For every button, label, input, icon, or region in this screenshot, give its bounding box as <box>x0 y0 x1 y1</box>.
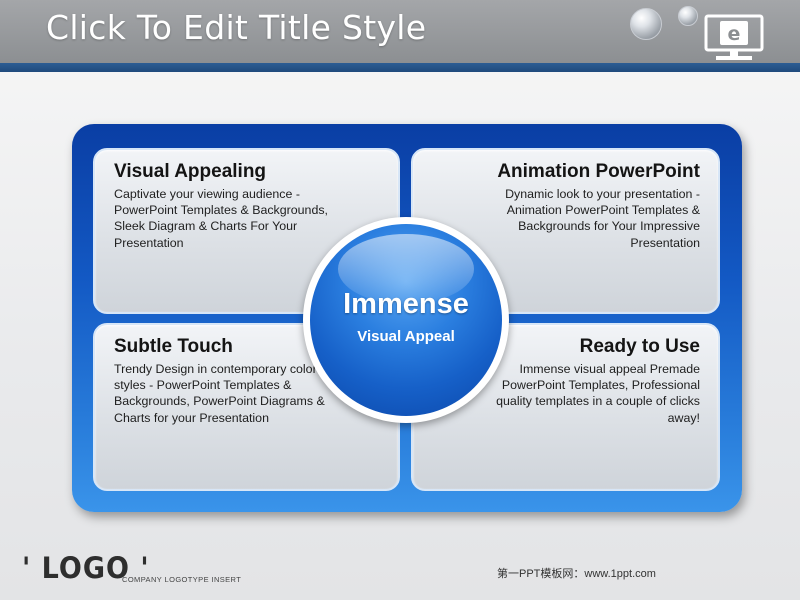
quadrant-body: Captivate your viewing audience - PowerP… <box>114 187 328 250</box>
title-bar: Click To Edit Title Style e <box>0 0 800 63</box>
quadrant-title: Ready to Use <box>579 336 700 357</box>
quadrant-title: Visual Appealing <box>114 161 267 182</box>
monitor-e-icon: e <box>704 14 764 60</box>
quadrant-title: Animation PowerPoint <box>497 161 700 182</box>
quadrant-body: Immense visual appeal Premade PowerPoint… <box>496 362 700 425</box>
center-title: Immense <box>343 288 469 320</box>
footer-site-text: 第一PPT模板网：www.1ppt.com <box>497 568 656 580</box>
center-circle[interactable]: Immense Visual Appeal <box>310 224 502 416</box>
center-subtitle: Visual Appeal <box>357 328 455 345</box>
slide-title[interactable]: Click To Edit Title Style <box>46 8 426 47</box>
logo-tagline: COMPANY LOGOTYPE INSERT <box>122 575 242 584</box>
bubble-icon <box>630 8 662 40</box>
bubble-icon <box>678 6 698 26</box>
quadrant-title: Subtle Touch <box>114 336 233 357</box>
svg-text:e: e <box>728 23 741 45</box>
title-stripe <box>0 63 800 72</box>
quadrant-body: Dynamic look to your presentation - Anim… <box>505 187 700 250</box>
